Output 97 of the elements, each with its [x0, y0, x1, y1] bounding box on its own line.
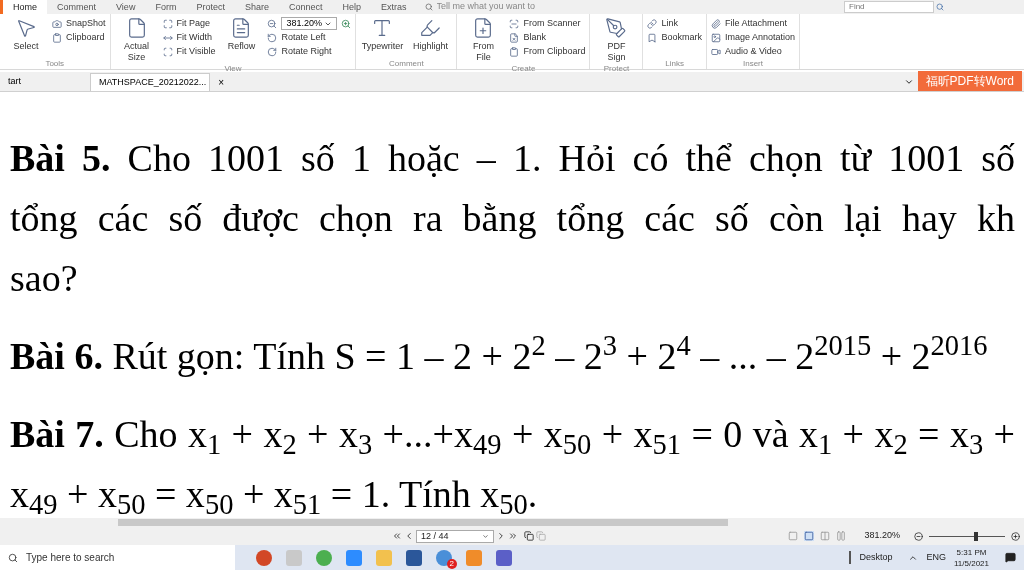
- zoom-combo[interactable]: 381.20%: [281, 17, 338, 30]
- app-icon[interactable]: [496, 549, 512, 566]
- ribbon-large-button[interactable]: Actual Size: [114, 17, 159, 63]
- group-title: Protect: [602, 63, 631, 74]
- ribbon-icon: [710, 18, 721, 29]
- ribbon-icon: [267, 32, 278, 43]
- ribbon-icon: [419, 17, 442, 39]
- ribbon-small-button[interactable]: Fit Page: [162, 17, 216, 30]
- ribbon-large-button[interactable]: Typewriter: [360, 17, 405, 52]
- zoom-percentage[interactable]: 381.20%: [864, 529, 900, 543]
- search-icon[interactable]: [936, 3, 944, 11]
- ribbon-icon: [15, 17, 37, 39]
- menu-tab[interactable]: Home: [0, 0, 47, 14]
- menu-tab[interactable]: Help: [332, 0, 371, 14]
- ribbon-small-button[interactable]: Image Annotation: [710, 31, 795, 44]
- tell-me-field[interactable]: Tell me what you want to: [436, 0, 547, 14]
- ribbon-small-button[interactable]: Fit Width: [162, 31, 216, 44]
- app-icon[interactable]: [406, 549, 422, 566]
- menu-tab[interactable]: Comment: [47, 0, 107, 14]
- notification-icon[interactable]: [1005, 552, 1016, 563]
- continuous-page-icon[interactable]: [804, 531, 815, 541]
- ribbon-icon: [647, 18, 658, 29]
- ribbon-small-button[interactable]: Link: [647, 17, 702, 30]
- zoom-out-icon[interactable]: [267, 18, 278, 29]
- app-icon[interactable]: [346, 549, 362, 566]
- clock[interactable]: 5:31 PM 11/5/2021: [954, 546, 989, 569]
- menu-tab[interactable]: Protect: [186, 0, 235, 14]
- ribbon-large-button[interactable]: Reflow: [219, 17, 264, 52]
- ribbon-large-button[interactable]: Select: [4, 17, 48, 52]
- group-title: Links: [664, 58, 686, 69]
- document-text-line: tổng các số được chọn ra bằng tổng các số còn lại hay kh: [10, 196, 1015, 241]
- first-page-icon[interactable]: [392, 531, 402, 541]
- dropdown-icon[interactable]: [903, 77, 914, 87]
- ribbon-icon: [52, 32, 62, 43]
- group-title: Insert: [741, 58, 764, 69]
- ribbon-icon: [605, 17, 628, 39]
- pages-icon[interactable]: [524, 531, 534, 541]
- group-title: Comment: [388, 58, 425, 69]
- ribbon-small-button[interactable]: Audio & Video: [710, 45, 795, 58]
- menu-tab[interactable]: Share: [234, 0, 279, 14]
- document-text-line: x$_{49}$ + x$_{50}$ = x$_{50}$ + x$_{51}$ = 1. Tính x$_{50}$.: [10, 472, 538, 518]
- ribbon-small-button[interactable]: SnapShot: [52, 17, 106, 30]
- zoom-in-icon[interactable]: [1011, 531, 1020, 541]
- single-page-icon[interactable]: [788, 531, 799, 541]
- ribbon-large-button[interactable]: Highlight: [408, 17, 453, 52]
- menu-tab[interactable]: Connect: [278, 0, 333, 14]
- zoom-in-icon[interactable]: [341, 18, 352, 29]
- document-text-line: sao?: [10, 256, 78, 301]
- zoom-slider-thumb[interactable]: [974, 531, 979, 541]
- ribbon-icon: [647, 32, 658, 43]
- last-page-icon[interactable]: [508, 531, 518, 541]
- ribbon-small-button[interactable]: Rotate Left: [267, 31, 352, 44]
- document-text-line: Bài 5. Cho 1001 số 1 hoặc – 1. Hỏi có thể chọn từ 1001 số: [10, 136, 1015, 181]
- document-tab[interactable]: tart: [0, 73, 30, 91]
- notification-badge: 2: [446, 559, 457, 569]
- ribbon-large-button[interactable]: From File: [461, 17, 506, 63]
- ribbon-icon: [710, 46, 721, 57]
- close-tab-button[interactable]: ×: [218, 75, 225, 90]
- language-indicator[interactable]: ENG: [926, 550, 946, 565]
- menu-tab[interactable]: View: [106, 0, 146, 14]
- find-field[interactable]: Find: [844, 1, 934, 13]
- app-icon[interactable]: [436, 549, 452, 566]
- ribbon-small-button[interactable]: Fit Visible: [162, 45, 216, 58]
- ribbon-icon: [509, 18, 520, 29]
- previous-page-icon[interactable]: [404, 531, 414, 541]
- page-field[interactable]: 12 / 44: [416, 529, 494, 543]
- ribbon-icon: [710, 32, 721, 43]
- ribbon-small-button[interactable]: From Scanner: [509, 17, 586, 30]
- ribbon-icon: [162, 46, 173, 57]
- ribbon-small-button[interactable]: Rotate Right: [267, 45, 352, 58]
- ribbon-small-button[interactable]: From Clipboard: [509, 45, 586, 58]
- ribbon-icon: [267, 46, 278, 57]
- ribbon-small-button[interactable]: Clipboard: [52, 31, 106, 44]
- group-title: Create: [510, 63, 537, 74]
- ribbon-icon: [509, 32, 520, 43]
- ribbon-large-button[interactable]: PDF Sign: [594, 17, 639, 63]
- facing-page-icon[interactable]: [820, 531, 831, 541]
- search-icon: [8, 552, 18, 563]
- group-title: View: [223, 63, 243, 74]
- group-title: Tools: [44, 58, 66, 69]
- desktop-toolbar[interactable]: Desktop: [849, 550, 893, 565]
- zoom-out-icon[interactable]: [914, 531, 923, 541]
- continuous-facing-icon[interactable]: [836, 531, 847, 541]
- document-text-line: Bài 6. Rút gọn: Tính S = 1 – 2 + 2$^{2}$ – 2$^{3}$ + 2$^{4}$ – ... – 2$^{2015}$ + 2$^{2016}$: [10, 328, 988, 379]
- ribbon-icon: [52, 18, 62, 29]
- caret-icon: [482, 532, 489, 540]
- ribbon-icon: [509, 46, 520, 57]
- ribbon-small-button[interactable]: Bookmark: [647, 31, 702, 44]
- ribbon-small-button[interactable]: Blank: [509, 31, 586, 44]
- ribbon-icon: [162, 18, 173, 29]
- app-icon[interactable]: [256, 549, 272, 566]
- menu-tab[interactable]: Form: [145, 0, 187, 14]
- ribbon-small-button[interactable]: File Attachment: [710, 17, 795, 30]
- next-page-icon[interactable]: [496, 531, 506, 541]
- document-text-line: Bài 7. Cho x$_{1}$ + x$_{2}$ + x$_{3}$ +...+x$_{49}$ + x$_{50}$ + x$_{51}$ = 0 và x$_{1}$ + x$_{2}$ = x$_{3}$ +: [10, 412, 1015, 463]
- scrollbar-thumb[interactable]: [118, 519, 728, 526]
- menu-tab[interactable]: Extras: [371, 0, 417, 14]
